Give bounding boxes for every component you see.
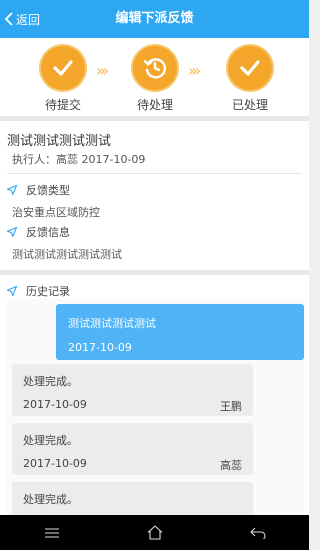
page-title: 编辑下派反馈 [115, 11, 194, 26]
feedback-info-heading: 反馈信息 [7, 224, 70, 240]
message-text: 测试测试测试测试 [68, 317, 156, 330]
record-date: 2017-10-09 [23, 457, 87, 470]
feedback-info-value: 测试测试测试测试测试 [12, 248, 122, 261]
task-executor: 执行人：高蕊 2017-10-09 [12, 153, 146, 166]
chevron-left-icon [4, 12, 13, 26]
status-stepper: 待提交 ››› 待处理 ››› 已处理 [0, 38, 309, 116]
menu-button[interactable] [32, 518, 72, 548]
task-detail: 测试测试测试测试 执行人：高蕊 2017-10-09 反馈类型 治安重点区域防控… [0, 121, 309, 270]
back-button[interactable]: 返回 [4, 0, 40, 38]
record-text: 处理完成。 [23, 375, 78, 388]
my-message-bubble: 测试测试测试测试 2017-10-09 [56, 304, 304, 360]
history-section: 历史记录 测试测试测试测试 2017-10-09 处理完成。 2017-10-0… [0, 275, 309, 515]
back-label: 返回 [16, 12, 41, 27]
step-processed: 已处理 [220, 46, 280, 113]
menu-icon [44, 528, 59, 537]
task-title: 测试测试测试测试 [7, 134, 112, 149]
record-text: 处理完成。 [23, 434, 78, 447]
send-icon [7, 227, 17, 237]
record-bubble: 处理完成。 2017-10-09 王鹏 [12, 364, 253, 416]
feedback-info-label: 反馈信息 [26, 226, 70, 239]
step-pending-process: 待处理 [125, 46, 185, 113]
record-date: 2017-10-09 [23, 398, 87, 411]
home-button[interactable] [135, 518, 175, 548]
back-nav-button[interactable] [238, 518, 278, 548]
send-icon [7, 286, 17, 296]
step-pending-submit: 待提交 [33, 46, 93, 113]
message-date: 2017-10-09 [68, 341, 132, 354]
feedback-type-value: 治安重点区域防控 [12, 206, 100, 219]
feedback-type-heading: 反馈类型 [7, 182, 70, 198]
feedback-type-label: 反馈类型 [26, 184, 70, 197]
history-list[interactable]: 测试测试测试测试 2017-10-09 处理完成。 2017-10-09 王鹏 … [7, 299, 304, 515]
record-author: 王鹏 [220, 400, 242, 413]
record-author: 高蕊 [220, 459, 242, 472]
system-nav-bar [0, 515, 309, 550]
chevron-right-icon: ››› [96, 61, 109, 80]
check-icon [228, 46, 272, 90]
record-bubble: 处理完成。 2017-10-09 高蕊 [12, 423, 253, 475]
step-label: 已处理 [231, 98, 268, 112]
back-arrow-icon [249, 527, 266, 539]
history-heading: 历史记录 [7, 283, 70, 299]
home-icon [147, 525, 162, 540]
step-label: 待处理 [136, 98, 173, 112]
step-label: 待提交 [44, 98, 81, 112]
history-title: 历史记录 [26, 285, 70, 298]
app-header: 返回 编辑下派反馈 [0, 0, 309, 38]
clock-icon [133, 46, 177, 90]
record-text: 处理完成。 [23, 493, 78, 506]
chevron-right-icon: ››› [188, 61, 201, 80]
send-icon [7, 185, 17, 195]
record-bubble: 处理完成。 [12, 482, 253, 515]
check-icon [41, 46, 85, 90]
divider [7, 173, 302, 174]
